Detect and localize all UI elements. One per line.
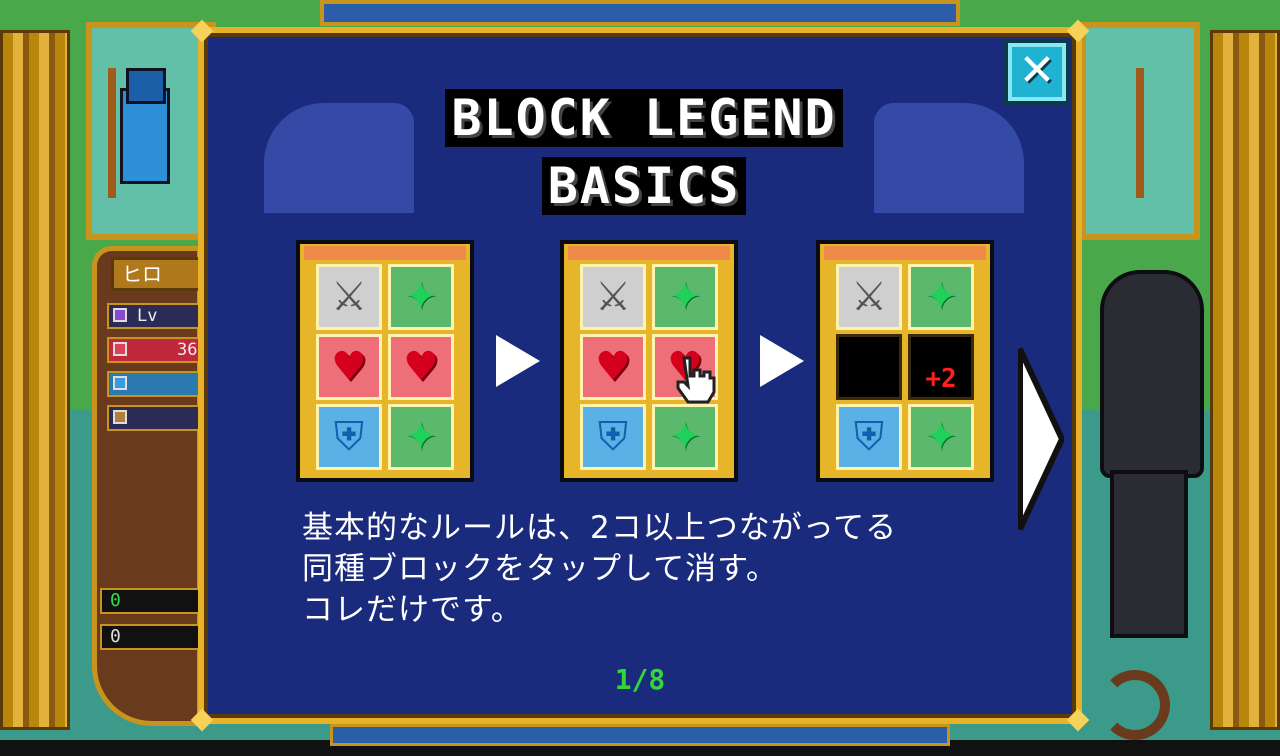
description-line-1: 基本的なルールは、2コ以上つながってる — [302, 510, 898, 546]
item-row — [107, 405, 203, 431]
sword-block: ⚔ — [316, 264, 382, 330]
gem-icon: ✦ — [404, 274, 438, 320]
chest-icon — [113, 410, 127, 424]
hero-name: ヒロ — [111, 257, 201, 291]
close-button[interactable]: ✕ — [1004, 39, 1070, 105]
tree-trunk — [1136, 68, 1144, 198]
gem-block: ✦ — [652, 264, 718, 330]
shield-block: ⛨ — [836, 404, 902, 470]
gem-icon: ✦ — [668, 274, 702, 320]
counter-green: 0 — [100, 588, 210, 614]
close-icon: ✕ — [1018, 45, 1056, 96]
hero-scene — [86, 22, 216, 240]
hp-row: 36 — [107, 337, 203, 363]
gem-block: ✦ — [908, 264, 974, 330]
hp-value: 36 — [177, 340, 198, 360]
dragon-wing — [1100, 270, 1204, 478]
next-page-button[interactable] — [1018, 345, 1064, 533]
sword-icon: ⚔ — [331, 274, 367, 320]
counter-white: 0 — [100, 624, 210, 650]
dragon-enemy-sprite — [1090, 250, 1210, 650]
gem-block: ✦ — [652, 404, 718, 470]
heart-icon — [113, 342, 127, 356]
level-label: Lv — [137, 306, 158, 326]
sword-block: ⚔ — [836, 264, 902, 330]
heart-block: ♥ — [316, 334, 382, 400]
gem-icon: ✦ — [924, 274, 958, 320]
page-indicator: 1/8 — [614, 663, 666, 696]
gem-icon: ✦ — [924, 414, 958, 460]
step-3-board: ⚔ ✦ +2 ⛨ ✦ — [816, 240, 994, 482]
title-line-1: BLOCK LEGEND — [445, 89, 843, 147]
defense-row — [107, 371, 203, 397]
shield-icon: ⛨ — [854, 414, 884, 460]
gem-icon: ✦ — [668, 414, 702, 460]
hero-head — [126, 68, 166, 104]
level-icon — [113, 308, 127, 322]
hand-cursor-icon — [676, 356, 716, 404]
step-2-board: ⚔ ✦ ♥ ♥ ⛨ ✦ — [560, 240, 738, 482]
enemy-scene — [1080, 22, 1200, 240]
sword-block: ⚔ — [580, 264, 646, 330]
step-arrow-icon — [760, 335, 804, 387]
shield-icon: ⛨ — [334, 414, 364, 460]
heart-block: ♥ — [580, 334, 646, 400]
tutorial-description: 基本的なルールは、2コ以上つながってる 同種ブロックをタップして消す。 コレだけ… — [302, 508, 1002, 631]
heart-block: ♥ — [388, 334, 454, 400]
cleared-block: +2 — [908, 334, 974, 400]
sword-icon: ⚔ — [595, 274, 631, 320]
bonus-text: +2 — [925, 364, 957, 394]
heart-icon: ♥ — [331, 344, 367, 390]
step-1-board: ⚔ ✦ ♥ ♥ ⛨ ✦ — [296, 240, 474, 482]
bottom-bar — [330, 724, 950, 746]
back-arrow-icon[interactable] — [1100, 670, 1170, 740]
title-line-2: BASICS — [541, 157, 747, 215]
board-top-row — [824, 246, 986, 260]
cleared-block — [836, 334, 902, 400]
sword-icon: ⚔ — [851, 274, 887, 320]
left-pillar — [0, 30, 70, 730]
heart-icon: ♥ — [403, 344, 439, 390]
gem-block: ✦ — [908, 404, 974, 470]
heart-icon: ♥ — [595, 344, 631, 390]
right-pillar — [1210, 30, 1280, 730]
dragon-body — [1110, 470, 1188, 638]
shield-icon — [113, 376, 127, 390]
shield-block: ⛨ — [580, 404, 646, 470]
tree-trunk — [108, 68, 116, 198]
description-line-3: コレだけです。 — [302, 592, 523, 628]
shield-icon: ⛨ — [598, 414, 628, 460]
step-arrow-icon — [496, 335, 540, 387]
title-area: BLOCK LEGEND BASICS — [244, 83, 1044, 233]
gem-icon: ✦ — [404, 414, 438, 460]
gem-block: ✦ — [388, 264, 454, 330]
top-banner — [320, 0, 960, 26]
hero-status-panel: ヒロ Lv 36 — [92, 246, 203, 726]
next-arrow-icon — [1018, 347, 1064, 531]
tutorial-dialog: BLOCK LEGEND BASICS ✕ ⚔ ✦ ♥ ♥ ⛨ ✦ ⚔ ✦ ♥ … — [190, 19, 1090, 732]
board-top-row — [304, 246, 466, 260]
board-top-row — [568, 246, 730, 260]
gem-block: ✦ — [388, 404, 454, 470]
description-line-2: 同種ブロックをタップして消す。 — [302, 551, 778, 587]
shield-block: ⛨ — [316, 404, 382, 470]
level-row: Lv — [107, 303, 203, 329]
